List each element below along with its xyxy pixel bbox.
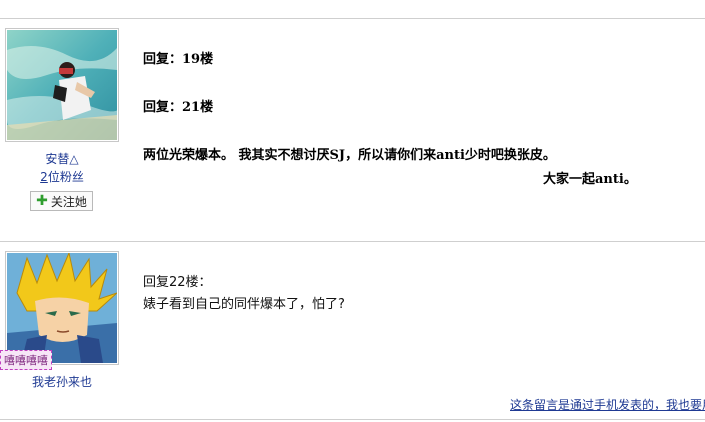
username-link[interactable]: 我老孙来也 [24,373,100,390]
post-body: 婊子看到自己的同伴爆本了，怕了? [143,297,345,312]
user-avatar[interactable] [5,251,119,365]
reply-line: 回复：21楼 [143,100,214,115]
mobile-post-link[interactable]: 这条留言是通过手机发表的，我也要用 [510,396,705,413]
photographer-avatar-icon [7,30,117,140]
follow-label: 关注她 [50,194,87,209]
follow-button[interactable]: ✚ 关注她 [30,191,93,211]
post-divider [0,241,705,242]
post-body: 大家一起anti。 [543,172,637,187]
fans-number[interactable]: 2 [40,170,48,184]
fans-label: 位粉丝 [47,170,84,184]
username-link[interactable]: 安替△ [30,150,94,167]
bottom-divider [0,419,705,420]
reply-line: 回复22楼： [143,275,212,290]
post-body: 两位光荣爆本。 我其实不想讨厌SJ，所以请你们来anti少时吧换张皮。 [143,148,556,163]
top-divider [0,18,705,19]
user-badge: 嘻嘻嘻嘻 [0,350,52,370]
super-saiyan-avatar-icon [7,253,117,363]
user-avatar[interactable] [5,28,119,142]
reply-line: 回复：19楼 [143,52,214,67]
fans-count[interactable]: 2位粉丝 [30,168,94,185]
plus-icon: ✚ [36,193,48,209]
